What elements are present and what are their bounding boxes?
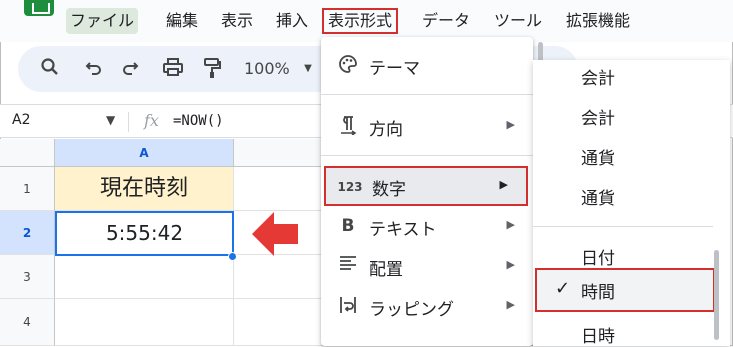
submenu-arrow-icon: ▶: [506, 118, 515, 131]
wrap-icon: [337, 295, 359, 317]
formula-divider: [128, 112, 129, 132]
menu-item-text[interactable]: B テキスト ▶: [321, 206, 533, 246]
zoom-dropdown-icon[interactable]: ▼: [301, 57, 315, 81]
number-format-icon: 123: [337, 180, 363, 194]
cell-b3[interactable]: [234, 255, 334, 299]
fill-handle[interactable]: [228, 252, 237, 261]
redo-icon[interactable]: [118, 57, 142, 81]
menu-item-label: 数字: [372, 180, 406, 200]
bold-icon: B: [341, 216, 355, 236]
annotation-arrow-icon: [252, 212, 298, 256]
submenu-item-currency-rounded[interactable]: 通貨: [581, 184, 615, 209]
menu-item-theme[interactable]: テーマ: [321, 45, 533, 85]
name-box[interactable]: A2: [12, 112, 30, 128]
submenu-arrow-icon: ▶: [506, 258, 515, 271]
menu-extensions[interactable]: 拡張機能: [562, 8, 634, 34]
function-icon: fx: [144, 111, 159, 130]
submenu-arrow-icon: ▶: [506, 218, 515, 231]
menu-edit[interactable]: 編集: [162, 8, 202, 34]
submenu-item-time[interactable]: ✓ 時間: [535, 268, 715, 312]
cell-a1[interactable]: 現在時刻: [55, 167, 234, 211]
checkmark-icon: ✓: [555, 278, 571, 299]
column-header-b[interactable]: [234, 139, 334, 167]
menu-divider: [321, 155, 533, 156]
number-format-submenu: 会計 会計 通貨 通貨 日付 ✓ 時間 日時: [533, 60, 730, 347]
column-header-a[interactable]: A: [55, 139, 234, 167]
search-icon[interactable]: [38, 57, 62, 81]
cell-a4[interactable]: [55, 299, 234, 346]
name-box-dropdown-icon[interactable]: ▼: [106, 113, 115, 127]
submenu-item-accounting[interactable]: 会計: [581, 64, 615, 89]
menu-item-label: テーマ: [369, 59, 420, 79]
align-icon: [337, 255, 359, 277]
menu-item-wrapping[interactable]: ラッピング ▶: [321, 286, 533, 326]
submenu-item-label: 時間: [581, 283, 615, 303]
row-header-3[interactable]: 3: [0, 255, 55, 299]
submenu-item-accounting-alt[interactable]: 会計: [581, 104, 615, 129]
submenu-arrow-icon: ▶: [506, 298, 515, 311]
sheets-logo-icon[interactable]: [24, 0, 54, 16]
menu-file[interactable]: ファイル: [66, 8, 139, 34]
row-header-4[interactable]: 4: [0, 299, 55, 346]
menu-data[interactable]: データ: [418, 8, 474, 34]
row-header-1[interactable]: 1: [0, 167, 55, 211]
zoom-level[interactable]: 100%: [244, 59, 290, 78]
menu-insert[interactable]: 挿入: [272, 8, 312, 34]
cell-a3[interactable]: [55, 255, 234, 299]
row-header-2[interactable]: 2: [0, 211, 55, 255]
palette-icon: [337, 54, 359, 76]
undo-icon[interactable]: [82, 57, 106, 81]
menu-item-label: テキスト: [369, 220, 437, 240]
paint-format-icon[interactable]: [200, 57, 224, 81]
print-icon[interactable]: [160, 57, 186, 81]
menu-item-alignment[interactable]: 配置 ▶: [321, 246, 533, 286]
submenu-arrow-icon: ▶: [499, 178, 508, 191]
cell-b1[interactable]: [234, 167, 334, 211]
menu-item-label: 方向: [369, 120, 403, 140]
select-all-corner[interactable]: [0, 139, 55, 167]
menu-divider: [321, 94, 533, 95]
menu-view[interactable]: 表示: [217, 8, 257, 34]
menu-item-label: ラッピング: [369, 300, 454, 320]
menu-bar: ファイル 編集 表示 挿入 表示形式 データ ツール 拡張機能: [0, 0, 733, 42]
menu-tools[interactable]: ツール: [490, 8, 546, 34]
menu-item-direction[interactable]: 方向 ▶: [321, 106, 533, 146]
menu-item-label: 配置: [369, 260, 403, 280]
submenu-item-date[interactable]: 日付: [581, 244, 615, 269]
submenu-scrollbar[interactable]: [714, 250, 719, 340]
submenu-item-datetime[interactable]: 日時: [581, 322, 615, 347]
submenu-item-currency[interactable]: 通貨: [581, 144, 615, 169]
submenu-divider: [533, 226, 713, 227]
text-direction-icon: [337, 115, 359, 137]
menu-format[interactable]: 表示形式: [322, 8, 399, 34]
cell-b4[interactable]: [234, 299, 334, 346]
format-menu: テーマ 方向 ▶ 123 数字 ▶ B テキスト ▶ 配置 ▶ ラッピング ▶: [321, 37, 533, 346]
menu-item-number[interactable]: 123 数字 ▶: [324, 166, 528, 206]
formula-input[interactable]: =NOW(): [173, 113, 224, 129]
cell-a2[interactable]: 5:55:42: [55, 211, 234, 256]
